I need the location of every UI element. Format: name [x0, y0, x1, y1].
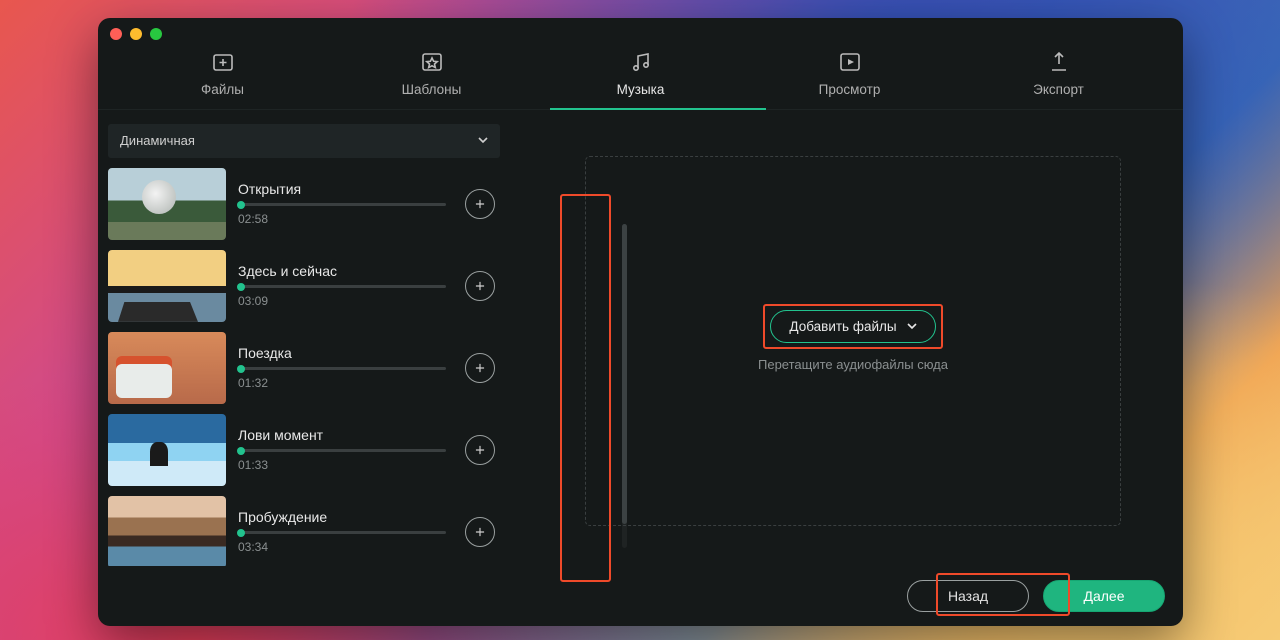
add-track-button[interactable] — [465, 189, 495, 219]
tab-export[interactable]: Экспорт — [954, 50, 1163, 109]
selected-music-panel: Добавить файлы Перетащите аудиофайлы сюд… — [513, 110, 1183, 566]
track-duration: 03:34 — [238, 540, 453, 554]
next-label: Далее — [1083, 588, 1124, 604]
track-progress[interactable] — [238, 285, 446, 288]
add-track-button[interactable] — [465, 353, 495, 383]
track-progress[interactable] — [238, 203, 446, 206]
play-preview-icon — [838, 50, 862, 74]
dropdown-selected: Динамичная — [120, 133, 195, 148]
track-thumbnail — [108, 250, 226, 322]
wizard-footer: Назад Далее — [98, 566, 1183, 626]
folder-plus-icon — [211, 50, 235, 74]
track-row[interactable]: Лови момент 01:33 — [108, 414, 505, 486]
tab-label: Шаблоны — [402, 82, 462, 97]
track-title: Открытия — [238, 181, 453, 197]
track-row[interactable]: Здесь и сейчас 03:09 — [108, 250, 505, 322]
track-row[interactable]: Поездка 01:32 — [108, 332, 505, 404]
tab-preview[interactable]: Просмотр — [745, 50, 954, 109]
track-row[interactable]: Открытия 02:58 — [108, 168, 505, 240]
track-row[interactable]: Пробуждение 03:34 — [108, 496, 505, 566]
chevron-down-icon — [907, 319, 917, 334]
chevron-down-icon — [478, 133, 488, 148]
track-thumbnail — [108, 332, 226, 404]
app-window: Файлы Шаблоны Музыка Просмотр Экспорт Ди… — [98, 18, 1183, 626]
track-title: Пробуждение — [238, 509, 453, 525]
tab-music[interactable]: Музыка — [536, 50, 745, 109]
dropzone-hint: Перетащите аудиофайлы сюда — [758, 357, 948, 372]
tab-label: Экспорт — [1033, 82, 1084, 97]
tab-label: Музыка — [617, 82, 665, 97]
category-dropdown[interactable]: Динамичная — [108, 124, 500, 158]
track-progress[interactable] — [238, 531, 446, 534]
track-duration: 03:09 — [238, 294, 453, 308]
track-list: Открытия 02:58 Здесь и сейчас 03:09 — [108, 168, 505, 566]
track-duration: 01:33 — [238, 458, 453, 472]
music-library-panel: Динамичная Открытия 02:58 Здесь и — [98, 110, 513, 566]
tab-label: Файлы — [201, 82, 244, 97]
add-track-button[interactable] — [465, 271, 495, 301]
template-star-icon — [420, 50, 444, 74]
step-tabs: Файлы Шаблоны Музыка Просмотр Экспорт — [98, 18, 1183, 110]
track-progress[interactable] — [238, 449, 446, 452]
track-duration: 01:32 — [238, 376, 453, 390]
add-track-button[interactable] — [465, 517, 495, 547]
add-files-button[interactable]: Добавить файлы — [770, 310, 935, 343]
tab-label: Просмотр — [819, 82, 881, 97]
back-button[interactable]: Назад — [907, 580, 1029, 612]
back-label: Назад — [948, 588, 988, 604]
track-title: Поездка — [238, 345, 453, 361]
track-duration: 02:58 — [238, 212, 453, 226]
export-icon — [1047, 50, 1071, 74]
track-title: Здесь и сейчас — [238, 263, 453, 279]
add-files-label: Добавить файлы — [789, 319, 896, 334]
track-thumbnail — [108, 168, 226, 240]
audio-dropzone[interactable]: Добавить файлы Перетащите аудиофайлы сюд… — [585, 156, 1121, 526]
music-note-icon — [629, 50, 653, 74]
next-button[interactable]: Далее — [1043, 580, 1165, 612]
track-thumbnail — [108, 414, 226, 486]
track-title: Лови момент — [238, 427, 453, 443]
tab-templates[interactable]: Шаблоны — [327, 50, 536, 109]
track-thumbnail — [108, 496, 226, 566]
track-progress[interactable] — [238, 367, 446, 370]
tab-files[interactable]: Файлы — [118, 50, 327, 109]
add-track-button[interactable] — [465, 435, 495, 465]
